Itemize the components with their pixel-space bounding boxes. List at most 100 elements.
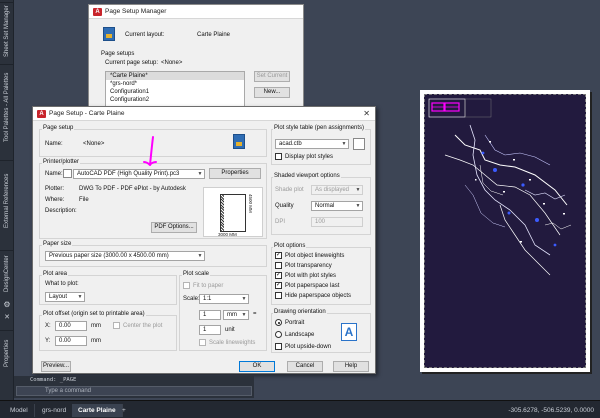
plot-with-plot-styles-checkbox[interactable]: ✓ Plot with plot styles (275, 272, 336, 279)
printer-icon (63, 169, 72, 178)
cancel-button[interactable]: Cancel (287, 361, 323, 372)
chevron-down-icon: ▼ (241, 312, 247, 318)
pen-annotation-arrow (143, 136, 157, 166)
shade-plot-label: Shade plot (275, 187, 304, 193)
tab-designcenter[interactable]: DesignCenter (0, 250, 14, 296)
what-to-plot-label: What to plot: (45, 281, 79, 287)
drawing-workspace[interactable]: Sheet Set Manager Tool Palettes - All Pa… (0, 0, 600, 400)
pdf-options-button[interactable]: PDF Options... (151, 222, 197, 233)
landscape-radio[interactable]: Landscape (275, 331, 314, 338)
plot-transparency-checkbox[interactable]: Plot transparency (275, 262, 332, 269)
paper-preview: 4500 MM 3000 MM (203, 187, 263, 237)
chevron-down-icon: ▼ (197, 171, 203, 177)
command-line: Command: _PAGE ✕ ⌕ ▸ Type a command (14, 376, 254, 398)
printer-plotter-group-title: Printer/plotter (42, 159, 81, 165)
help-button[interactable]: Help (333, 361, 369, 372)
plot-upside-down-checkbox[interactable]: Plot upside-down (275, 343, 331, 350)
current-layout-label: Current layout: (125, 32, 165, 38)
display-plot-styles-checkbox[interactable]: Display plot styles (275, 153, 333, 160)
preview-dim-horizontal: 3000 MM (218, 232, 237, 237)
printer-name-select[interactable]: AutoCAD PDF (High Quality Print).pc3 ▼ (73, 169, 205, 179)
tab-grs-nord[interactable]: grs-nord (36, 404, 74, 417)
chevron-down-icon: ▼ (341, 141, 347, 147)
set-current-button[interactable]: Set Current (254, 71, 290, 82)
dpi-field[interactable]: 100 (311, 217, 363, 227)
x-offset-unit: mm (91, 323, 101, 329)
tab-tool-palettes[interactable]: Tool Palettes - All Palettes (0, 64, 14, 150)
scale-select[interactable]: 1:1 ▼ (199, 294, 249, 304)
where-label: Where: (45, 197, 65, 203)
name-label: Name: (45, 141, 63, 147)
page-setups-label: Page setups (101, 51, 135, 57)
add-layout-button[interactable]: + (116, 404, 132, 417)
plot-scale-group-title: Plot scale (182, 271, 211, 277)
tab-properties[interactable]: Properties (0, 330, 14, 376)
page-setup-dialog: A Page Setup - Carte Plaine ✕ Page setup… (32, 106, 376, 374)
status-bar: Model grs-nord Carte Plaine + -305.6278,… (0, 400, 600, 418)
plot-style-table-select[interactable]: acad.ctb ▼ (275, 139, 349, 149)
layout-viewport[interactable] (424, 94, 586, 368)
portrait-radio[interactable]: Portrait (275, 319, 304, 326)
printer-name-label: Name: (45, 171, 63, 177)
preview-dim-vertical: 4500 MM (248, 194, 253, 213)
coordinate-readout: -305.6278, -506.5239, 0.0000 (508, 407, 594, 414)
ps-titlebar[interactable]: A Page Setup - Carte Plaine ✕ (33, 107, 375, 121)
list-item[interactable]: *Carte Plaine* (106, 72, 244, 80)
page-setups-list[interactable]: *Carte Plaine* *grs-nord* Configuration1… (105, 71, 245, 111)
preview-sheet (220, 194, 246, 232)
command-input[interactable]: Type a command (16, 386, 252, 396)
scale-lineweights-checkbox[interactable]: Scale lineweights (199, 339, 255, 346)
gear-icon[interactable]: ⚙ (2, 300, 12, 310)
plot-style-table-group-title: Plot style table (pen assignments) (273, 125, 366, 131)
current-page-setup-value: <None> (161, 60, 183, 66)
new-button[interactable]: New... (254, 87, 290, 98)
y-offset-field[interactable]: 0.00 (55, 336, 87, 346)
equals-sign: = (253, 311, 257, 317)
x-offset-field[interactable]: 0.00 (55, 321, 87, 331)
properties-button[interactable]: Properties (209, 168, 261, 179)
close-icon[interactable]: ✕ (2, 313, 12, 323)
plot-offset-group-title: Plot offset (origin set to printable are… (42, 311, 146, 317)
psm-titlebar[interactable]: A Page Setup Manager (89, 5, 303, 19)
edit-plot-style-icon[interactable] (353, 138, 365, 150)
orientation-preview-icon: A (341, 323, 357, 341)
list-item[interactable]: Configuration2 (106, 96, 244, 104)
plotter-label: Plotter: (45, 186, 65, 192)
plotter-value: DWG To PDF - PDF ePlot - by Autodesk (79, 186, 186, 192)
paper-size-select[interactable]: Previous paper size (3000.00 x 4500.00 m… (45, 251, 205, 261)
quality-label: Quality (275, 203, 294, 209)
fit-to-paper-checkbox[interactable]: Fit to paper (183, 282, 223, 289)
y-offset-label: Y: (45, 338, 51, 344)
page-setup-icon (233, 134, 245, 149)
plot-paperspace-last-checkbox[interactable]: ✓ Plot paperspace last (275, 282, 339, 289)
list-item[interactable]: *grs-nord* (106, 80, 244, 88)
quality-select[interactable]: Normal ▼ (311, 201, 363, 211)
tab-sheet-set-manager[interactable]: Sheet Set Manager (0, 2, 14, 60)
scale-denominator-field[interactable]: 1 (199, 325, 221, 335)
ok-button[interactable]: OK (239, 361, 275, 372)
autocad-app-icon: A (37, 110, 46, 118)
shade-plot-select[interactable]: As displayed ▼ (311, 185, 363, 195)
list-item[interactable]: Configuration1 (106, 88, 244, 96)
tab-external-references[interactable]: External References (0, 160, 14, 240)
scale-unit-select[interactable]: mm ▼ (223, 310, 249, 320)
center-plot-checkbox[interactable]: Center the plot (113, 322, 162, 329)
paper-size-group-title: Paper size (42, 241, 73, 247)
tab-model[interactable]: Model (4, 404, 35, 417)
chevron-down-icon: ▼ (77, 294, 83, 300)
what-to-plot-select[interactable]: Layout ▼ (45, 292, 85, 302)
close-icon[interactable]: ✕ (363, 109, 370, 118)
tab-carte-plaine[interactable]: Carte Plaine (72, 404, 123, 417)
scale-label: Scale: (183, 296, 200, 302)
scale-numerator-field[interactable]: 1 (199, 310, 221, 320)
hide-paperspace-objects-checkbox[interactable]: Hide paperspace objects (275, 292, 351, 299)
plot-lineweights-checkbox[interactable]: ✓ Plot object lineweights (275, 252, 344, 259)
y-offset-unit: mm (91, 338, 101, 344)
drawing-orientation-group-title: Drawing orientation (273, 309, 327, 315)
chevron-down-icon: ▼ (197, 253, 203, 259)
side-palette-strip: Sheet Set Manager Tool Palettes - All Pa… (0, 0, 14, 400)
description-label: Description: (45, 208, 77, 214)
preview-button[interactable]: Preview... (41, 361, 71, 372)
map-drawing (428, 98, 572, 276)
chevron-down-icon: ▼ (355, 203, 361, 209)
